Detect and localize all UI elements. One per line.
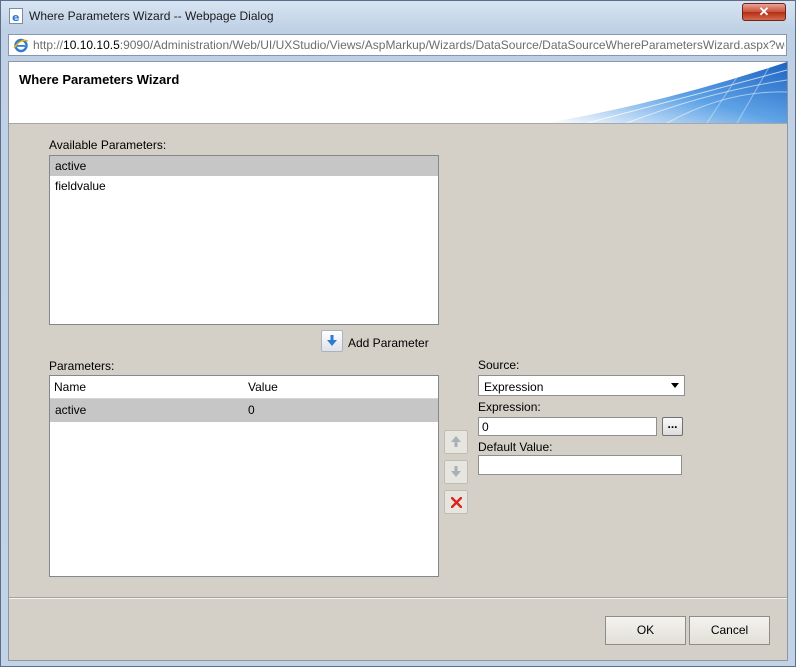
delete-button[interactable] — [444, 490, 468, 514]
svg-text:e: e — [12, 11, 19, 22]
expression-input[interactable] — [478, 417, 657, 436]
add-parameter-label[interactable]: Add Parameter — [348, 336, 429, 350]
window-title: Where Parameters Wizard -- Webpage Dialo… — [29, 9, 274, 23]
parameters-label: Parameters: — [49, 359, 115, 373]
arrow-down-icon — [451, 466, 461, 477]
expression-label: Expression: — [478, 400, 541, 414]
address-bar[interactable]: http://10.10.10.5:9090/Administration/We… — [8, 34, 787, 56]
header-banner-graphic — [547, 62, 787, 123]
column-header-name[interactable]: Name — [54, 376, 86, 398]
arrow-down-icon[interactable] — [321, 330, 343, 352]
ok-button[interactable]: OK — [605, 616, 686, 645]
delete-x-icon — [451, 497, 462, 508]
dialog-window: e Where Parameters Wizard -- Webpage Dia… — [0, 0, 796, 667]
cell-name: active — [55, 403, 87, 417]
parameters-grid[interactable]: Name Value active 0 — [49, 375, 439, 577]
ie-icon — [13, 37, 29, 56]
source-selected-value: Expression — [484, 380, 544, 394]
cancel-button[interactable]: Cancel — [689, 616, 770, 645]
default-value-input[interactable] — [478, 455, 682, 475]
footer-divider — [9, 597, 787, 599]
close-button[interactable]: ✕ — [742, 3, 786, 21]
list-item[interactable]: active — [50, 156, 438, 176]
wizard-title: Where Parameters Wizard — [19, 72, 180, 87]
list-item[interactable]: fieldvalue — [50, 176, 438, 196]
grid-header: Name Value — [50, 376, 438, 399]
ie-page-icon: e — [9, 8, 23, 24]
default-value-label: Default Value: — [478, 440, 553, 454]
table-row[interactable]: active 0 — [50, 399, 438, 422]
url-scheme: http:// — [33, 38, 64, 52]
url-host: 10.10.10.5 — [63, 38, 120, 52]
source-label: Source: — [478, 358, 520, 372]
available-parameters-list[interactable]: active fieldvalue — [49, 155, 439, 325]
available-parameters-label: Available Parameters: — [49, 138, 167, 152]
dialog-content: Where Parameters Wizard Available Parame… — [8, 61, 788, 661]
arrow-up-icon — [451, 436, 461, 447]
cell-value: 0 — [248, 403, 255, 417]
move-up-button[interactable] — [444, 430, 468, 454]
address-url: http://10.10.10.5:9090/Administration/We… — [33, 38, 785, 52]
source-select[interactable]: Expression — [478, 375, 685, 396]
expression-browse-button[interactable]: ... — [662, 417, 683, 436]
chevron-down-icon[interactable] — [671, 383, 679, 388]
title-bar: e Where Parameters Wizard -- Webpage Dia… — [1, 1, 795, 31]
move-down-button[interactable] — [444, 460, 468, 484]
wizard-header: Where Parameters Wizard — [9, 62, 787, 124]
column-header-value[interactable]: Value — [248, 376, 278, 398]
url-path: :9090/Administration/Web/UI/UXStudio/Vie… — [119, 38, 785, 52]
